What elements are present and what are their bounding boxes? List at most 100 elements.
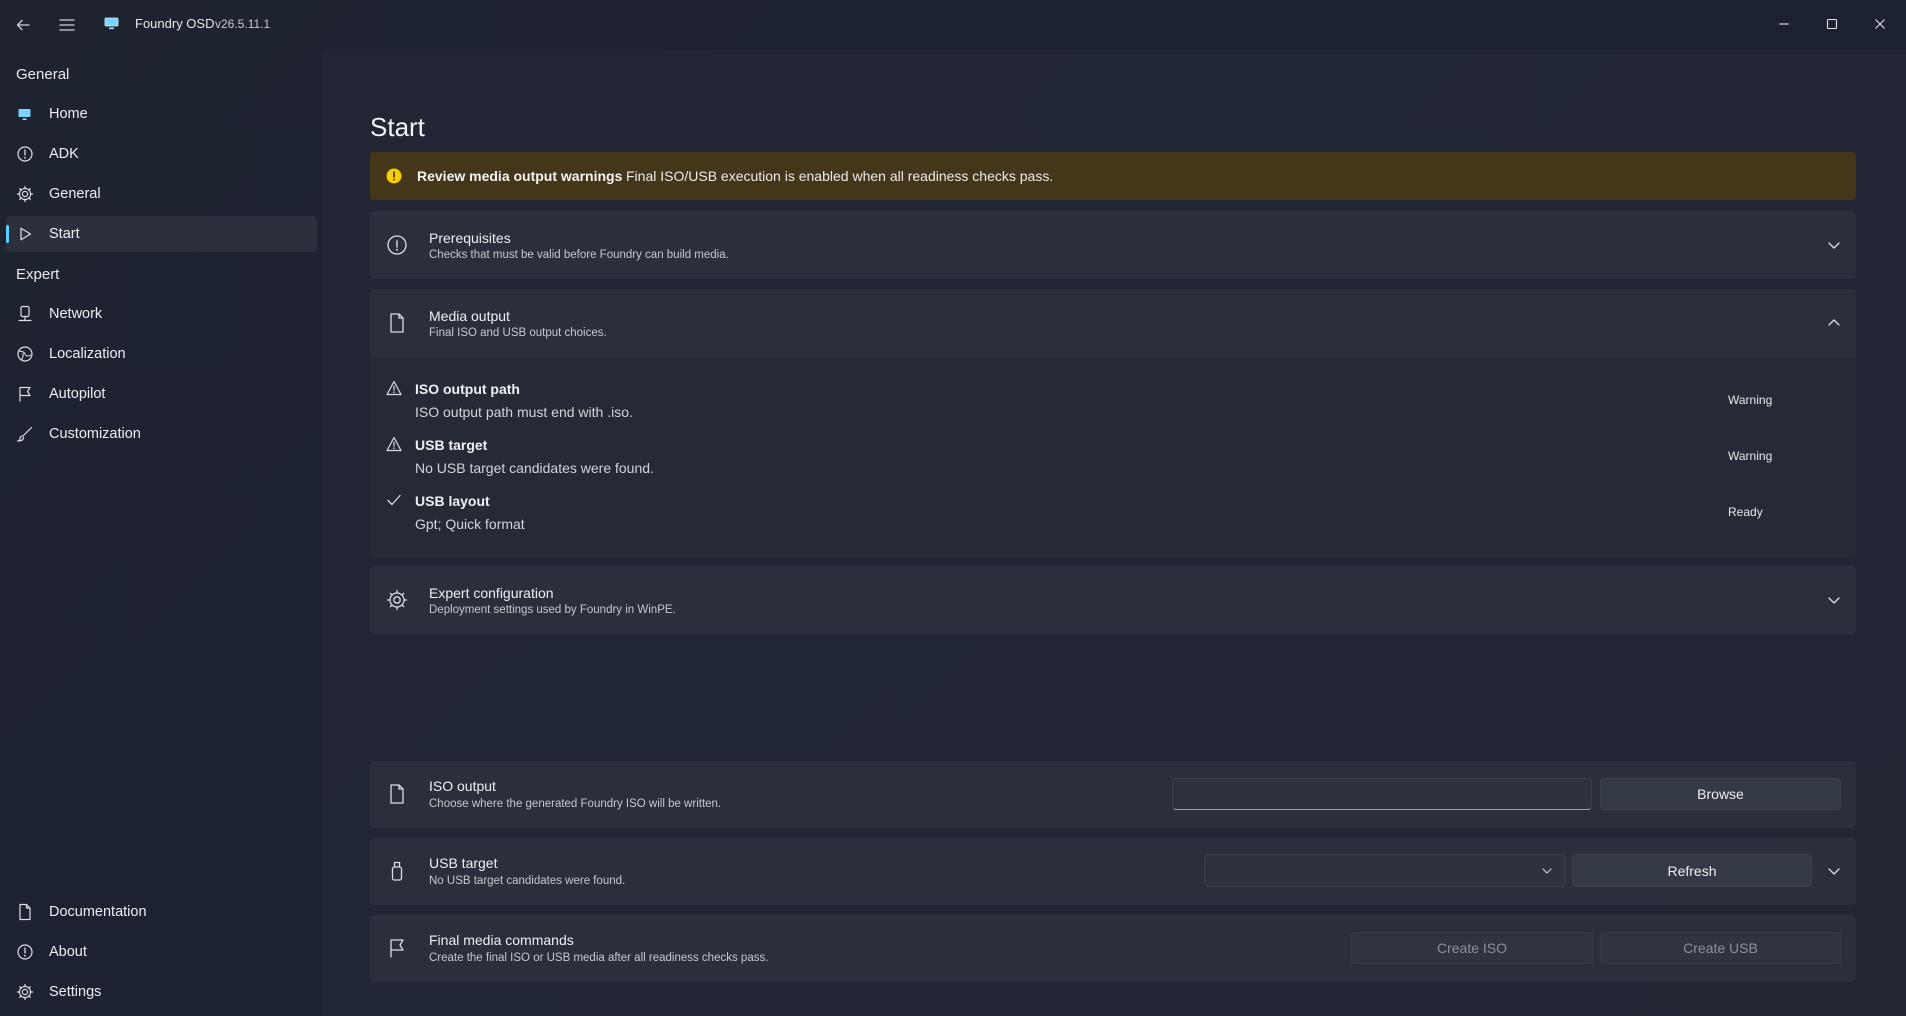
document-icon xyxy=(386,783,408,805)
brush-icon xyxy=(16,425,34,443)
page-title: Start xyxy=(370,112,425,142)
card-title: Media output xyxy=(429,308,510,324)
minimize-icon xyxy=(1778,18,1790,30)
browse-button[interactable]: Browse xyxy=(1600,778,1841,810)
title-bar: Foundry OSD v26.5.11.1 xyxy=(0,0,1906,50)
nav-section-expert: Expert xyxy=(16,266,60,283)
card-title: Expert configuration xyxy=(429,585,554,601)
sidebar-item-label: Network xyxy=(49,306,103,322)
flag-icon xyxy=(16,385,34,403)
iso-output-card: ISO output Choose where the generated Fo… xyxy=(370,761,1856,828)
usb-drive-icon xyxy=(386,860,408,882)
warning-banner: Review media output warnings Final ISO/U… xyxy=(370,152,1856,200)
sidebar-item-label: Localization xyxy=(49,346,126,362)
sidebar-item-label: General xyxy=(49,186,101,202)
sidebar-item-network[interactable]: Network xyxy=(6,296,317,332)
sidebar-item-label: Start xyxy=(49,226,80,242)
sidebar-item-label: Home xyxy=(49,106,88,122)
sidebar-item-label: Documentation xyxy=(49,904,147,920)
gear-icon xyxy=(16,185,34,203)
chevron-down-icon[interactable] xyxy=(1826,237,1842,253)
close-button[interactable] xyxy=(1868,12,1892,36)
create-usb-button[interactable]: Create USB xyxy=(1600,932,1841,964)
sidebar-item-label: About xyxy=(49,944,87,960)
media-output-checks: ISO output path ISO output path must end… xyxy=(370,357,1856,557)
card-title: ISO output xyxy=(429,778,496,794)
back-arrow-icon xyxy=(15,17,31,33)
maximize-button[interactable] xyxy=(1820,12,1844,36)
expert-configuration-expander[interactable]: Expert configuration Deployment settings… xyxy=(370,566,1856,634)
menu-toggle-button[interactable] xyxy=(50,8,84,42)
chevron-up-icon[interactable] xyxy=(1826,315,1842,331)
card-title: USB target xyxy=(429,855,498,871)
sidebar-item-settings[interactable]: Settings xyxy=(6,974,317,1010)
check-title: ISO output path xyxy=(415,381,520,397)
globe-icon xyxy=(16,345,34,363)
check-detail: No USB target candidates were found. xyxy=(415,460,654,476)
chevron-down-icon[interactable] xyxy=(1826,863,1842,879)
sidebar-item-documentation[interactable]: Documentation xyxy=(6,894,317,930)
sidebar-item-home[interactable]: Home xyxy=(6,96,317,132)
document-icon xyxy=(16,903,34,921)
info-icon xyxy=(16,943,34,961)
close-icon xyxy=(1874,18,1886,30)
sidebar-item-label: ADK xyxy=(49,146,79,162)
check-item-usb-layout: USB layout Gpt; Quick format Ready xyxy=(370,489,1856,541)
create-iso-button[interactable]: Create ISO xyxy=(1351,932,1593,964)
minimize-button[interactable] xyxy=(1772,12,1796,36)
sidebar-item-about[interactable]: About xyxy=(6,934,317,970)
final-media-commands-card: Final media commands Create the final IS… xyxy=(370,915,1856,982)
warning-icon xyxy=(386,436,402,452)
sidebar-item-label: Customization xyxy=(49,426,141,442)
check-title: USB target xyxy=(415,437,488,453)
app-logo-icon xyxy=(104,17,119,31)
monitor-icon xyxy=(16,105,34,123)
back-button[interactable] xyxy=(6,8,40,42)
warning-dot-icon xyxy=(386,168,402,184)
check-item-iso-output-path: ISO output path ISO output path must end… xyxy=(370,377,1856,429)
card-subtitle: Choose where the generated Foundry ISO w… xyxy=(429,798,722,810)
check-item-usb-target: USB target No USB target candidates were… xyxy=(370,433,1856,485)
status-badge: Warning xyxy=(1728,393,1773,407)
media-output-expander[interactable]: Media output Final ISO and USB output ch… xyxy=(370,289,1856,357)
check-detail: Gpt; Quick format xyxy=(415,516,525,532)
card-subtitle: Final ISO and USB output choices. xyxy=(429,327,607,339)
info-icon xyxy=(16,145,34,163)
iso-path-input[interactable] xyxy=(1172,778,1592,810)
banner-title: Review media output warnings xyxy=(417,168,623,184)
sidebar-item-customization[interactable]: Customization xyxy=(6,416,317,452)
chevron-down-icon[interactable] xyxy=(1826,592,1842,608)
active-indicator xyxy=(6,225,9,243)
flag-icon xyxy=(386,937,408,959)
chevron-down-icon xyxy=(1541,865,1553,877)
nav-section-general: General xyxy=(16,66,70,83)
hamburger-icon xyxy=(59,18,75,32)
document-icon xyxy=(386,312,408,334)
info-icon xyxy=(386,234,408,256)
sidebar-item-label: Settings xyxy=(49,984,102,1000)
card-title: Final media commands xyxy=(429,932,574,948)
card-subtitle: Checks that must be valid before Foundry… xyxy=(429,249,729,261)
card-title: Prerequisites xyxy=(429,230,511,246)
warning-icon xyxy=(386,380,402,396)
prerequisites-expander[interactable]: Prerequisites Checks that must be valid … xyxy=(370,211,1856,279)
card-subtitle: Create the final ISO or USB media after … xyxy=(429,952,769,964)
sidebar-item-label: Autopilot xyxy=(49,386,106,402)
refresh-button[interactable]: Refresh xyxy=(1572,854,1812,887)
check-title: USB layout xyxy=(415,493,490,509)
network-icon xyxy=(16,305,34,323)
sidebar-item-localization[interactable]: Localization xyxy=(6,336,317,372)
gear-icon xyxy=(16,983,34,1001)
app-name: Foundry OSD xyxy=(135,16,215,31)
sidebar-item-adk[interactable]: ADK xyxy=(6,136,317,172)
navigation-sidebar: General Home ADK General Start Expert Ne… xyxy=(0,50,322,1016)
app-version: v26.5.11.1 xyxy=(215,17,271,31)
sidebar-item-start[interactable]: Start xyxy=(6,216,317,252)
check-detail: ISO output path must end with .iso. xyxy=(415,404,633,420)
sidebar-item-autopilot[interactable]: Autopilot xyxy=(6,376,317,412)
sidebar-item-general[interactable]: General xyxy=(6,176,317,212)
card-subtitle: Deployment settings used by Foundry in W… xyxy=(429,604,676,616)
usb-target-dropdown[interactable] xyxy=(1204,854,1566,887)
usb-target-card: USB target No USB target candidates were… xyxy=(370,838,1856,905)
banner-message: Final ISO/USB execution is enabled when … xyxy=(626,168,1054,184)
